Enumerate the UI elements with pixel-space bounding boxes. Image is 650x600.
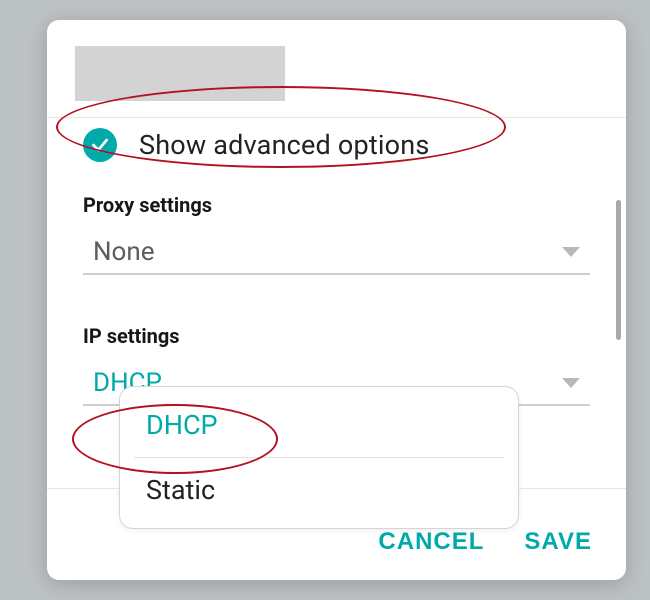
ip-section-label: IP settings	[83, 324, 590, 348]
chevron-down-icon	[562, 247, 580, 257]
scrollbar-thumb[interactable]	[616, 200, 621, 340]
divider	[47, 117, 626, 118]
chevron-down-icon	[562, 378, 580, 388]
show-advanced-label: Show advanced options	[139, 129, 429, 161]
show-advanced-row[interactable]: Show advanced options	[83, 128, 429, 162]
ip-dropdown: DHCP Static	[119, 386, 519, 529]
checkbox-checked-icon[interactable]	[83, 128, 117, 162]
cancel-button[interactable]: CANCEL	[378, 528, 484, 556]
proxy-section-label: Proxy settings	[83, 193, 590, 217]
save-button[interactable]: SAVE	[524, 528, 592, 556]
ip-option-static[interactable]: Static	[120, 458, 518, 522]
ip-option-dhcp[interactable]: DHCP	[120, 393, 518, 457]
proxy-selected-value: None	[93, 237, 155, 267]
dialog-actions: CANCEL SAVE	[378, 528, 592, 556]
proxy-select[interactable]: None	[83, 231, 590, 275]
proxy-section: Proxy settings None	[83, 193, 590, 275]
ip-section: IP settings DHCP DHCP Static	[83, 324, 590, 406]
ip-select[interactable]: DHCP DHCP Static	[83, 362, 590, 406]
ssid-redacted	[75, 46, 285, 101]
settings-dialog: Show advanced options Proxy settings Non…	[47, 20, 626, 580]
